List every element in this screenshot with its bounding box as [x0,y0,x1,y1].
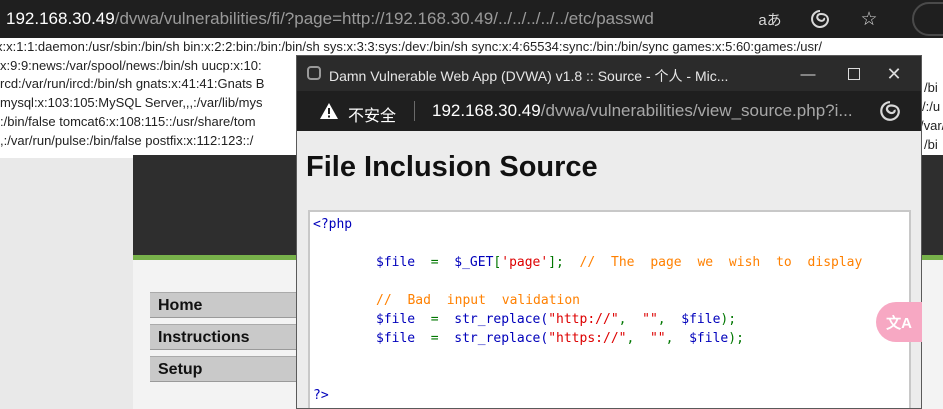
code-string: "http://" [548,312,619,327]
passwd-line: x:x:1:1:daemon:/usr/sbin:/bin/sh bin:x:2… [0,39,822,54]
code-string: "" [649,331,666,346]
code-string: "https://" [548,331,627,346]
code-eq: = [430,255,439,270]
minimize-icon[interactable]: — [785,61,831,87]
code-eq: = [430,312,439,327]
code-line-3: $file = str_replace("http://", "", $file… [376,312,736,327]
read-aloud-icon[interactable]: aあ [758,7,782,31]
main-address-bar[interactable]: 192.168.30.49/dvwa/vulnerabilities/fi/?p… [0,0,943,38]
popup-address-bar[interactable]: 不安全 192.168.30.49/dvwa/vulnerabilities/v… [297,91,921,131]
code-end: ); [720,312,737,327]
code-string: 'page' [501,255,549,270]
menu-item-home[interactable]: Home [150,292,310,318]
popup-title: Damn Vulnerable Web App (DVWA) v1.8 :: S… [329,68,729,84]
url-separator [414,101,415,121]
menu-item-instructions[interactable]: Instructions [150,324,310,350]
code-eq: = [430,331,439,346]
code-var: $file [681,312,721,327]
warning-icon[interactable] [319,102,339,120]
code-comment: // The page we wish to display [579,255,863,270]
popup-url[interactable]: 192.168.30.49/dvwa/vulnerabilities/view_… [432,101,853,121]
popup-url-path: /dvwa/vulnerabilities/view_source.php?i.… [540,101,853,120]
main-url-path: /dvwa/vulnerabilities/fi/?page=http://19… [114,9,654,28]
code-end: ); [728,331,744,346]
php-close-tag: ?> [313,388,329,403]
code-comma: , [618,312,627,327]
popup-titlebar[interactable]: Damn Vulnerable Web App (DVWA) v1.8 :: S… [297,56,921,91]
page-title: File Inclusion Source [306,151,598,183]
edge-icon[interactable] [808,7,832,31]
passwd-fragment: /:/u [922,99,941,114]
code-line-1: $file = $_GET['page']; // The page we wi… [376,255,862,270]
code-var: $file [376,331,416,346]
insecure-label[interactable]: 不安全 [348,102,396,126]
source-code-box: <?php $file = $_GET['page']; // The page… [308,210,911,408]
code-comment: // Bad input validation [376,293,581,308]
code-function: str_replace( [454,331,549,346]
passwd-fragment: /var/ [920,118,943,133]
source-popup-window[interactable]: Damn Vulnerable Web App (DVWA) v1.8 :: S… [296,55,922,409]
code-line-4: $file = str_replace("https://", "", $fil… [376,331,744,346]
star-icon[interactable]: ☆ [857,7,881,31]
edge-icon[interactable] [879,100,901,122]
passwd-fragment: /bi [924,137,938,152]
app-icon [307,66,321,80]
passwd-fragment: /bi [924,80,938,95]
code-string: "" [642,312,658,327]
code-var: $file [376,255,416,270]
profile-button[interactable] [912,2,943,36]
menu-item-setup[interactable]: Setup [150,356,310,382]
code-bracket: ]; [548,255,564,270]
close-icon[interactable]: ✕ [871,61,917,87]
translate-icon[interactable]: 文A [876,302,922,342]
code-var: $file [376,312,416,327]
code-function: str_replace( [454,312,549,327]
main-url-host: 192.168.30.49 [6,9,115,28]
main-url[interactable]: 192.168.30.49/dvwa/vulnerabilities/fi/?p… [6,9,654,29]
code-comma: , [657,312,666,327]
code-var: $file [689,331,729,346]
code-get: $_GET [454,255,494,270]
popup-url-host: 192.168.30.49 [432,101,541,120]
code-comma: , [665,331,674,346]
php-open-tag: <?php [313,217,353,232]
code-comma: , [626,331,635,346]
popup-page: File Inclusion Source <?php $file = $_GE… [297,131,921,408]
